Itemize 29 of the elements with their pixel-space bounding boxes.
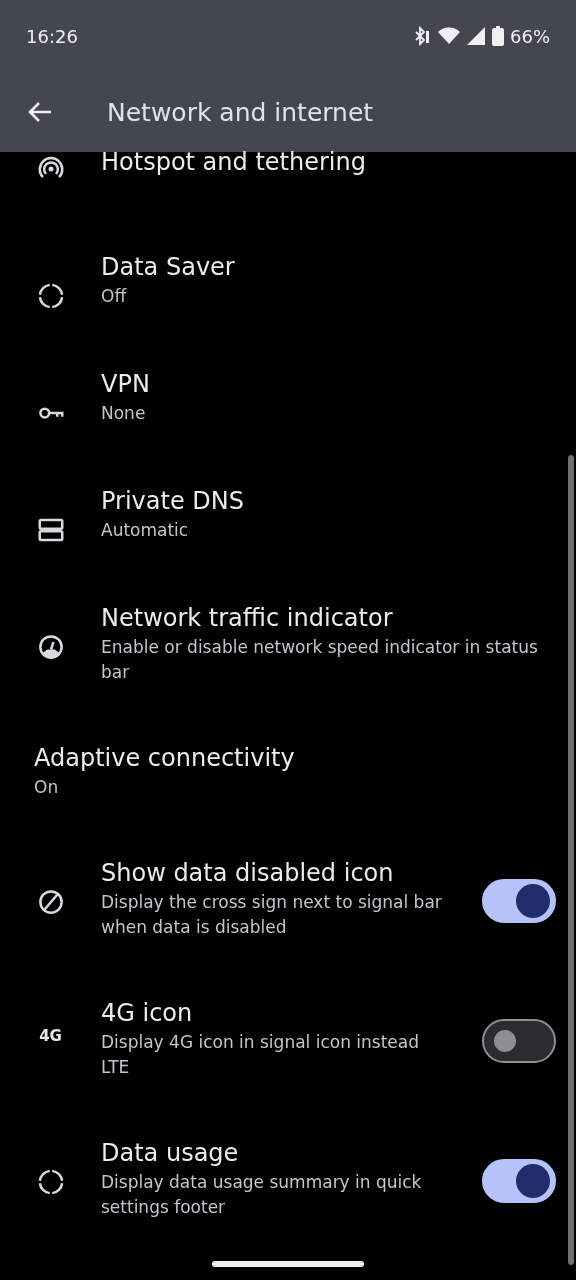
setting-summary: On bbox=[34, 776, 60, 799]
status-time: 16:26 bbox=[26, 25, 78, 47]
setting-title[interactable]: Data usage bbox=[101, 1136, 450, 1170]
setting-summary: Display 4G icon in signal icon instead LTE bbox=[101, 1031, 421, 1079]
back-arrow-icon bbox=[27, 101, 53, 123]
toggle-switch[interactable] bbox=[482, 879, 556, 923]
toggle-switch[interactable] bbox=[482, 1159, 556, 1203]
setting-title[interactable]: VPN bbox=[101, 367, 556, 401]
setting-title[interactable]: Private DNS bbox=[101, 484, 556, 518]
setting-title[interactable]: 4G icon bbox=[101, 996, 450, 1030]
setting-summary: Enable or disable network speed indicator in status bar bbox=[101, 636, 539, 684]
setting-summary: None bbox=[101, 402, 147, 425]
4g-icon: 4G bbox=[39, 1027, 62, 1045]
bluetooth-icon bbox=[414, 26, 432, 46]
page-title: Network and internet bbox=[107, 97, 374, 127]
setting-title[interactable]: Network traffic indicator bbox=[101, 601, 556, 635]
setting-title[interactable]: Show data disabled icon bbox=[101, 856, 450, 890]
signal-icon bbox=[466, 26, 486, 46]
home-handle[interactable] bbox=[212, 1261, 364, 1267]
wifi-icon bbox=[438, 27, 460, 45]
setting-summary: Automatic bbox=[101, 519, 190, 542]
battery-percent: 66% bbox=[510, 25, 550, 47]
battery-icon bbox=[492, 26, 504, 46]
setting-title[interactable]: Data Saver bbox=[101, 250, 556, 284]
setting-summary: Display the cross sign next to signal bar when data is disabled bbox=[101, 891, 443, 939]
setting-summary: Display data usage summary in quick settings footer bbox=[101, 1171, 423, 1219]
toggle-switch[interactable] bbox=[482, 1019, 556, 1063]
setting-summary: Off bbox=[101, 285, 128, 308]
setting-title[interactable]: Adaptive connectivity bbox=[34, 741, 556, 775]
